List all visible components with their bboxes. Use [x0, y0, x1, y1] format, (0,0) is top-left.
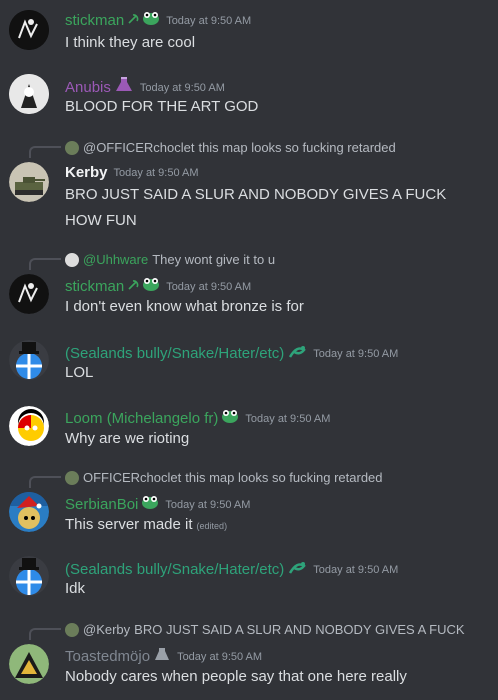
reply-preview[interactable]: @OFFICERchoclet this map looks so fuckin… [65, 140, 396, 155]
hammer-sickle-icon [127, 278, 139, 296]
message: @Uhhware They wont give it to u stickman… [0, 244, 498, 324]
timestamp[interactable]: Today at 9:50 AM [165, 499, 250, 511]
reply-author[interactable]: @Uhhware [83, 252, 148, 267]
username[interactable]: (Sealands bully/Snake/Hater/etc) [65, 345, 284, 362]
reply-avatar [65, 622, 79, 637]
avatar[interactable] [9, 492, 49, 532]
reply-preview[interactable]: OFFICERchoclet this map looks so fucking… [65, 470, 383, 485]
username[interactable]: Loom (Michelangelo fr) [65, 410, 218, 427]
message: (Sealands bully/Snake/Hater/etc) Today a… [0, 546, 498, 606]
message-content: Nobody cares when people say that one he… [65, 668, 407, 685]
hammer-sickle-icon [127, 12, 139, 30]
reply-spine [29, 146, 61, 158]
message-text: This server made it [65, 516, 193, 533]
avatar[interactable] [9, 406, 49, 446]
reply-preview[interactable]: @Kerby BRO JUST SAID A SLUR AND NOBODY G… [65, 622, 465, 637]
username[interactable]: Kerby [65, 164, 108, 181]
message: Anubis Today at 9:50 AM BLOOD FOR THE AR… [0, 64, 498, 124]
timestamp[interactable]: Today at 9:50 AM [140, 82, 225, 94]
reply-preview[interactable]: @Uhhware They wont give it to u [65, 252, 275, 267]
snake-icon [287, 558, 307, 581]
avatar[interactable] [9, 162, 49, 202]
username[interactable]: Toastedmöjo [65, 648, 150, 665]
message: Loom (Michelangelo fr) Today at 9:50 AM … [0, 396, 498, 456]
reply-text: this map looks so fucking retarded [198, 140, 396, 155]
snake-icon [287, 342, 307, 365]
username[interactable]: (Sealands bully/Snake/Hater/etc) [65, 561, 284, 578]
username[interactable]: Anubis [65, 79, 111, 96]
reply-avatar [65, 140, 79, 155]
message: @Kerby BRO JUST SAID A SLUR AND NOBODY G… [0, 614, 498, 700]
reply-text: BRO JUST SAID A SLUR AND NOBODY GIVES A … [134, 622, 465, 637]
message: (Sealands bully/Snake/Hater/etc) Today a… [0, 330, 498, 390]
message-content: BLOOD FOR THE ART GOD [65, 98, 259, 115]
reply-avatar [65, 252, 79, 267]
reply-avatar [65, 470, 79, 485]
message-content: This server made it (edited) [65, 516, 227, 533]
username[interactable]: SerbianBoi [65, 496, 138, 513]
avatar[interactable] [9, 10, 49, 50]
reply-author[interactable]: @OFFICERchoclet [83, 140, 194, 155]
message-content: HOW FUN [65, 212, 137, 229]
avatar[interactable] [9, 556, 49, 596]
avatar[interactable] [9, 74, 49, 114]
message-content: I think they are cool [65, 34, 196, 51]
message-content: BRO JUST SAID A SLUR AND NOBODY GIVES A … [65, 186, 447, 203]
avatar[interactable] [9, 274, 49, 314]
reply-author[interactable]: @Kerby [83, 622, 130, 637]
message-content: Idk [65, 580, 86, 597]
potion-icon [114, 76, 134, 99]
reply-spine [29, 258, 61, 270]
message: stickman Today at 9:50 AM I think they a… [0, 0, 498, 60]
username[interactable]: stickman [65, 278, 124, 295]
message-content: Why are we rioting [65, 430, 190, 447]
message-content: LOL [65, 364, 94, 381]
timestamp[interactable]: Today at 9:50 AM [166, 15, 251, 27]
timestamp[interactable]: Today at 9:50 AM [177, 651, 262, 663]
username[interactable]: stickman [65, 12, 124, 29]
reply-text: this map looks so fucking retarded [185, 470, 383, 485]
frog-icon [141, 494, 159, 515]
timestamp[interactable]: Today at 9:50 AM [166, 281, 251, 293]
frog-icon [221, 408, 239, 429]
message-content: I don't even know what bronze is for [65, 298, 304, 315]
frog-icon [142, 276, 160, 297]
reply-spine [29, 628, 61, 640]
timestamp[interactable]: Today at 9:50 AM [313, 348, 398, 360]
message: @OFFICERchoclet this map looks so fuckin… [0, 132, 498, 232]
reply-author[interactable]: OFFICERchoclet [83, 470, 181, 485]
reply-text: They wont give it to u [152, 252, 276, 267]
timestamp[interactable]: Today at 9:50 AM [114, 167, 199, 179]
frog-icon [142, 10, 160, 31]
timestamp[interactable]: Today at 9:50 AM [245, 413, 330, 425]
edited-label[interactable]: (edited) [197, 521, 228, 531]
avatar[interactable] [9, 340, 49, 380]
timestamp[interactable]: Today at 9:50 AM [313, 564, 398, 576]
avatar[interactable] [9, 644, 49, 684]
message: OFFICERchoclet this map looks so fucking… [0, 462, 498, 542]
potion-grey-icon [153, 646, 171, 667]
reply-spine [29, 476, 61, 488]
